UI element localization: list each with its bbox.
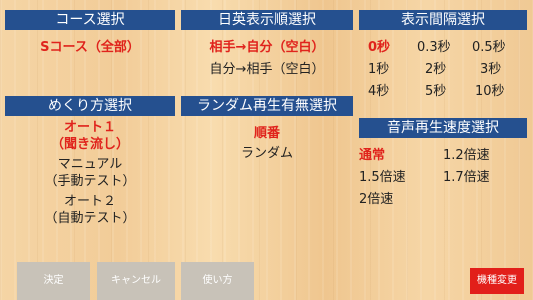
flip-header: めくり方選択 (5, 96, 175, 116)
order-panel: 日英表示順選択 相手→自分（空白） 自分→相手（空白） (181, 10, 353, 80)
change-model-button[interactable]: 機種変更 (470, 268, 524, 294)
course-header: コース選択 (5, 10, 175, 30)
flip-option-auto2-sub: （自動テスト） (44, 211, 136, 226)
flip-option-auto2-label: オート２ (63, 194, 116, 209)
course-option-s[interactable]: Sコース（全部） (5, 36, 175, 55)
flip-option-auto1-label: オート１ (63, 120, 116, 135)
flip-option-manual[interactable]: マニュアル （手動テスト） (5, 156, 175, 190)
interval-header: 表示間隔選択 (359, 10, 527, 30)
flip-option-auto2[interactable]: オート２ （自動テスト） (5, 193, 175, 227)
interval-option-0-3[interactable]: 0.3秒 (417, 36, 451, 55)
random-option-ordered[interactable]: 順番 (181, 122, 353, 141)
interval-option-10[interactable]: 10秒 (475, 80, 505, 99)
order-header: 日英表示順選択 (181, 10, 353, 30)
interval-option-0-5[interactable]: 0.5秒 (472, 36, 506, 55)
speed-header: 音声再生速度選択 (359, 118, 527, 138)
flip-option-manual-label: マニュアル (57, 157, 123, 172)
speed-option-1-7[interactable]: 1.7倍速 (443, 166, 490, 185)
interval-option-4[interactable]: 4秒 (368, 80, 389, 99)
flip-panel: めくり方選択 オート１ （聞き流し） マニュアル （手動テスト） オート２ （自… (5, 96, 175, 236)
flip-option-auto1[interactable]: オート１ （聞き流し） (5, 119, 175, 153)
random-header: ランダム再生有無選択 (181, 96, 353, 116)
flip-option-manual-sub: （手動テスト） (44, 174, 136, 189)
speed-option-1-2[interactable]: 1.2倍速 (443, 144, 490, 163)
interval-option-3[interactable]: 3秒 (480, 58, 501, 77)
interval-option-1[interactable]: 1秒 (368, 58, 389, 77)
interval-panel: 表示間隔選択 0秒 0.3秒 0.5秒 1秒 2秒 3秒 4秒 5秒 10秒 (359, 10, 527, 105)
speed-option-normal[interactable]: 通常 (359, 144, 385, 163)
interval-option-0[interactable]: 0秒 (368, 36, 390, 55)
how-to-use-button[interactable]: 使い方 (181, 262, 254, 300)
ok-button[interactable]: 決定 (17, 262, 90, 300)
interval-option-2[interactable]: 2秒 (425, 58, 446, 77)
course-panel: コース選択 Sコース（全部） (5, 10, 175, 60)
order-option-partner-first[interactable]: 相手→自分（空白） (181, 36, 353, 55)
random-panel: ランダム再生有無選択 順番 ランダム (181, 96, 353, 166)
cancel-button[interactable]: キャンセル (97, 262, 175, 300)
speed-option-2[interactable]: 2倍速 (359, 188, 393, 207)
order-option-self-first[interactable]: 自分→相手（空白） (181, 58, 353, 77)
speed-option-1-5[interactable]: 1.5倍速 (359, 166, 406, 185)
random-option-random[interactable]: ランダム (181, 142, 353, 161)
speed-panel: 音声再生速度選択 通常 1.2倍速 1.5倍速 1.7倍速 2倍速 (359, 118, 527, 213)
interval-option-5[interactable]: 5秒 (425, 80, 446, 99)
flip-option-auto1-sub: （聞き流し） (50, 137, 129, 152)
